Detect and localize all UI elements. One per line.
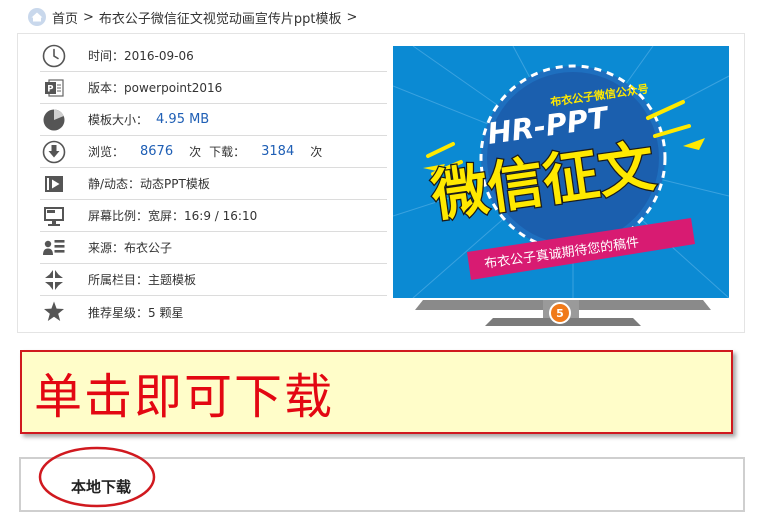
info-row-rating: 推荐星级： 5 颗星	[40, 296, 387, 328]
breadcrumb-separator: >	[83, 9, 94, 25]
ratio-value: 宽屏：16:9 / 16:10	[148, 209, 258, 223]
home-icon[interactable]	[28, 8, 46, 26]
info-row-category: 所属栏目： 主题模板	[40, 264, 387, 296]
monitor-icon	[40, 203, 68, 229]
preview-screen: 布衣公子微信公众号 HR-PPT 微信征文 布衣公子真诚期待您的稿件	[393, 46, 729, 298]
breadcrumb-separator-trailing: >	[346, 9, 358, 25]
category-label: 所属栏目：	[88, 273, 149, 287]
download-arrow-icon	[40, 139, 68, 165]
views-unit: 次	[189, 145, 202, 159]
info-row-source: 来源： 布衣公子	[40, 232, 387, 264]
source-label: 来源：	[88, 241, 125, 255]
pie-chart-icon	[40, 107, 68, 133]
template-preview[interactable]: 布衣公子微信公众号 HR-PPT 微信征文 布衣公子真诚期待您的稿件 5	[393, 46, 735, 328]
breadcrumb-home-link[interactable]: 首页	[52, 8, 78, 27]
info-row-stats: 浏览： 8676 次 下载： 3184 次	[40, 136, 387, 168]
stand-badge: 5	[549, 302, 571, 324]
user-list-icon	[40, 235, 68, 261]
views-label: 浏览：	[88, 145, 125, 159]
play-icon	[40, 171, 68, 197]
star-icon	[40, 299, 68, 325]
info-list: 时间： 2016-09-06 P 版本： powerpoint2016 模板大小…	[40, 40, 387, 328]
version-label: 版本：	[88, 81, 125, 95]
time-label: 时间：	[88, 49, 125, 63]
source-value: 布衣公子	[124, 241, 173, 255]
info-row-version: P 版本： powerpoint2016	[40, 72, 387, 104]
preview-artwork: 布衣公子微信公众号 HR-PPT 微信征文 布衣公子真诚期待您的稿件	[393, 46, 729, 298]
breadcrumb-current-link[interactable]: 布衣公子微信征文视觉动画宣传片ppt模板	[99, 8, 342, 27]
info-row-size: 模板大小： 4.95 MB	[40, 104, 387, 136]
downloads-value: 3184	[261, 144, 295, 159]
category-value: 主题模板	[148, 273, 197, 287]
arrows-inward-icon	[40, 267, 68, 293]
downloads-unit: 次	[310, 145, 323, 159]
version-value: powerpoint2016	[124, 80, 223, 95]
time-value: 2016-09-06	[124, 48, 194, 63]
views-value: 8676	[140, 144, 174, 159]
svg-text:P: P	[47, 84, 53, 94]
template-info-panel: 时间： 2016-09-06 P 版本： powerpoint2016 模板大小…	[17, 33, 745, 333]
type-value: 动态PPT模板	[140, 177, 210, 191]
info-row-ratio: 屏幕比例： 宽屏：16:9 / 16:10	[40, 200, 387, 232]
rating-value: 5 颗星	[148, 305, 184, 320]
downloads-label: 下载：	[209, 145, 246, 159]
download-banner-label: 单击即可下载	[34, 369, 335, 425]
info-row-time: 时间： 2016-09-06	[40, 40, 387, 72]
powerpoint-icon: P	[40, 75, 68, 101]
breadcrumb: 首页 > 布衣公子微信征文视觉动画宣传片ppt模板 >	[28, 6, 362, 28]
clock-icon	[40, 43, 68, 69]
ratio-label: 屏幕比例：	[88, 209, 149, 223]
size-value: 4.95 MB	[156, 112, 210, 127]
download-banner-button[interactable]: 单击即可下载	[20, 350, 733, 434]
rating-label: 推荐星级：	[88, 305, 149, 320]
local-download-box: 本地下载	[19, 446, 745, 512]
local-download-link[interactable]: 本地下载	[71, 476, 131, 497]
info-row-type: 静/动态： 动态PPT模板	[40, 168, 387, 200]
size-label: 模板大小：	[88, 113, 149, 127]
type-label: 静/动态：	[88, 177, 141, 191]
